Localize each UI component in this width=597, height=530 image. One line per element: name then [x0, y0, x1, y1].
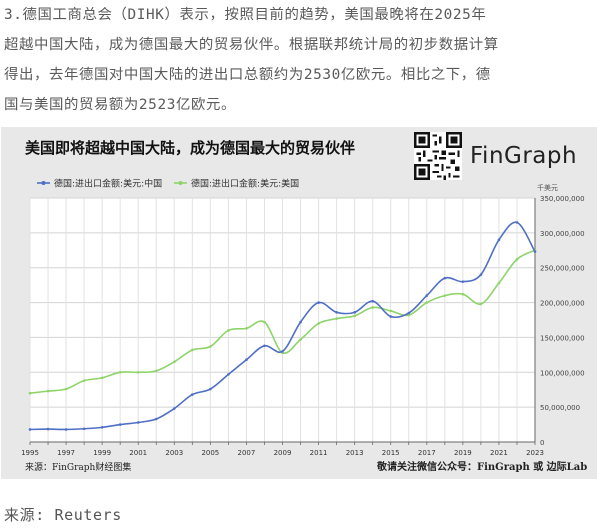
x-tick-label: 2015	[382, 449, 400, 457]
y-tick-label: 200,000,000	[540, 300, 585, 308]
x-tick-label: 2021	[490, 449, 508, 457]
x-tick-label: 1997	[57, 449, 75, 457]
article-source: 来源: Reuters	[4, 506, 122, 524]
data-point	[154, 417, 158, 421]
data-point	[533, 250, 537, 253]
data-point	[227, 373, 230, 376]
data-point	[479, 302, 483, 306]
x-tick-label: 2007	[238, 449, 256, 457]
data-point	[281, 350, 284, 353]
data-point	[515, 221, 519, 224]
data-point	[64, 428, 68, 431]
data-point	[425, 294, 429, 297]
data-point	[46, 389, 50, 393]
data-point	[443, 294, 447, 297]
data-point	[317, 301, 320, 304]
data-point	[515, 258, 519, 261]
data-point	[461, 292, 465, 296]
x-tick-label: 2023	[526, 449, 544, 457]
data-point	[371, 306, 374, 309]
data-point	[299, 320, 302, 324]
data-point	[191, 348, 194, 352]
chart-figure: 美国即将超越中国大陆，成为德国最大的贸易伙伴 FinGraph 0 50,000,…	[1, 127, 597, 479]
data-point	[209, 345, 212, 348]
data-point	[263, 344, 266, 348]
x-tick-label: 2009	[274, 449, 292, 457]
y-tick-label: 350,000,000	[540, 195, 585, 203]
article-line: 得出，去年德国对中国大陆的进出口总额约为2530亿欧元。相比之下，德	[4, 67, 491, 83]
data-point	[136, 421, 140, 424]
data-point	[227, 329, 230, 332]
data-point	[245, 327, 248, 330]
data-point	[46, 427, 50, 431]
article-paragraph: 3.德国工商总会（DIHK）表示，按照目前的趋势，美国最晚将在2025年 超越中…	[4, 0, 594, 120]
legend-marker	[41, 181, 46, 185]
data-point	[497, 281, 501, 285]
y-unit-label: 千美元	[537, 183, 558, 192]
y-tick-label: 300,000,000	[540, 230, 585, 238]
data-point	[100, 376, 104, 380]
data-point	[461, 280, 465, 283]
data-point	[389, 309, 393, 313]
data-point	[443, 276, 447, 280]
data-point	[100, 426, 104, 429]
figure-source-note: 来源：FinGraph财经图集	[25, 463, 132, 473]
figure-follow-note: 敬请关注微信公众号：FinGraph 或 边际Lab	[377, 462, 588, 473]
y-tick-label: 150,000,000	[540, 334, 585, 342]
x-tick-label: 2003	[165, 449, 183, 457]
data-point	[317, 322, 320, 325]
x-tick-label: 1995	[21, 449, 39, 457]
x-tick-label: 2017	[418, 449, 436, 457]
data-point	[154, 369, 158, 373]
data-point	[371, 299, 374, 303]
data-point	[335, 311, 338, 314]
data-point	[118, 370, 122, 374]
data-point	[389, 315, 393, 318]
data-point	[353, 314, 356, 318]
data-point	[28, 428, 32, 431]
data-point	[497, 238, 501, 242]
data-point	[335, 317, 338, 320]
y-tick-label: 250,000,000	[540, 265, 585, 273]
x-tick-label: 2001	[129, 449, 147, 457]
data-point	[425, 301, 429, 304]
data-point	[82, 427, 86, 431]
line-chart: 0 50,000,000 100,000,000 150,000,000 200,000…	[21, 178, 585, 458]
y-tick-label: 0	[540, 439, 544, 447]
article-line: 3.德国工商总会（DIHK）表示，按照目前的趋势，美国最晚将在2025年	[4, 7, 487, 23]
data-point	[28, 391, 32, 395]
data-point	[479, 273, 483, 276]
legend-label: 德国:进出口金额:美元:中国	[54, 178, 162, 190]
article-line: 超越中国大陆，成为德国最大的贸易伙伴。根据联邦统计局的初步数据计算	[4, 37, 499, 53]
x-tick-label: 2005	[201, 449, 219, 457]
data-point	[407, 311, 411, 315]
data-point	[172, 360, 176, 364]
x-tick-label: 1999	[93, 449, 111, 457]
data-point	[209, 387, 212, 391]
data-point	[191, 393, 194, 396]
data-point	[263, 320, 266, 324]
x-tick-label: 2013	[346, 449, 364, 457]
x-tick-label: 2011	[310, 449, 328, 457]
data-point	[64, 387, 68, 391]
data-point	[245, 358, 248, 362]
legend-label: 德国:进出口金额:美元:美国	[191, 178, 299, 190]
data-point	[82, 379, 86, 382]
data-point	[299, 338, 302, 341]
y-tick-label: 100,000,000	[540, 369, 585, 377]
data-point	[136, 370, 140, 374]
data-point	[118, 423, 122, 426]
data-point	[172, 407, 176, 410]
x-tick-label: 2019	[454, 449, 472, 457]
data-point	[353, 311, 356, 314]
legend-marker	[178, 181, 183, 185]
y-tick-label: 50,000,000	[540, 404, 580, 412]
article-line: 国与美国的贸易额为2523亿欧元。	[4, 97, 236, 113]
